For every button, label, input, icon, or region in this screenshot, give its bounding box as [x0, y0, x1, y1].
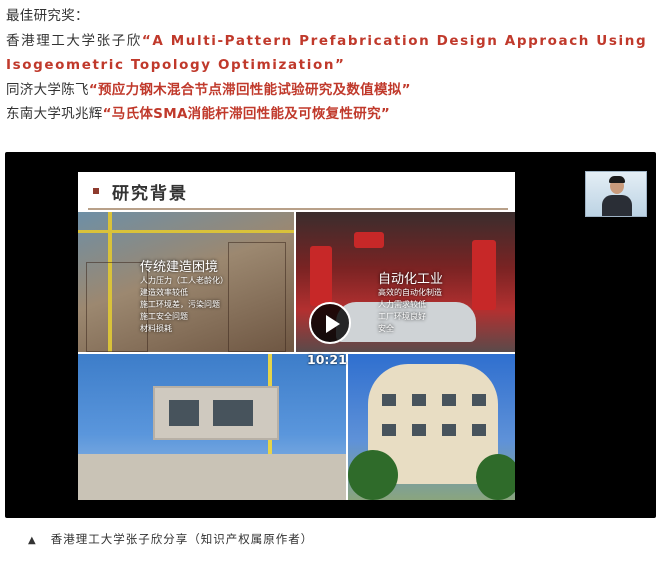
speaker-webcam-thumbnail: [585, 171, 647, 217]
article-text: 最佳研究奖： 香港理工大学张子欣“A Multi-Pattern Prefabr…: [6, 4, 656, 127]
scaffolding: [228, 242, 286, 352]
window-opening: [442, 424, 456, 436]
entry-author: 香港理工大学张子欣: [6, 32, 142, 49]
entry-title: “预应力钢木混合节点滞回性能试验研究及数值模拟”: [88, 81, 411, 98]
video-player[interactable]: 研究背景 传统建造困境 人力压力（工人老龄化） 建造效率较低 施工环境差，污染问…: [5, 152, 656, 518]
crane-jib: [78, 230, 294, 233]
panel-text-automation: 自动化工业 高效的自动化制造 人力需求较低 工厂环境良好 安全: [378, 268, 443, 335]
award-entry: 东南大学巩兆辉“马氏体SMA消能杆滞回性能及可恢复性研究”: [6, 102, 656, 127]
window-opening: [382, 394, 396, 406]
panel-item: 施工安全问题: [140, 312, 188, 321]
slide-title: 研究背景: [112, 184, 188, 204]
window-opening: [169, 400, 199, 426]
tree: [348, 450, 398, 500]
window-opening: [472, 424, 486, 436]
speaker-body: [602, 195, 632, 216]
window-opening: [412, 424, 426, 436]
award-heading: 最佳研究奖：: [6, 8, 89, 24]
panel-item: 人力压力（工人老龄化）: [140, 276, 228, 285]
window-opening: [382, 424, 396, 436]
slide-header: 研究背景: [78, 172, 515, 210]
construction-site-photo: 传统建造困境 人力压力（工人老龄化） 建造效率较低 施工环境差，污染问题 施工安…: [78, 212, 294, 352]
panel-item: 材料损耗: [140, 324, 172, 333]
panel-title: 自动化工业: [378, 272, 444, 287]
robot-arm: [354, 232, 384, 248]
panel-item: 工厂环境良好: [378, 312, 426, 321]
panel-item: 安全: [378, 324, 394, 333]
caption-text: 香港理工大学张子欣分享（知识产权属原作者）: [50, 532, 314, 546]
prefab-module-photo: [78, 354, 346, 500]
slide-divider: [88, 208, 508, 210]
window-opening: [412, 394, 426, 406]
panel-text-traditional: 传统建造困境 人力压力（工人老龄化） 建造效率较低 施工环境差，污染问题 施工安…: [140, 256, 228, 335]
play-button[interactable]: [309, 302, 351, 344]
panel-item: 施工环境差，污染问题: [140, 300, 220, 309]
slide-bullet: [93, 188, 99, 194]
building-base: [78, 454, 346, 500]
window-opening: [472, 394, 486, 406]
panel-item: 人力需求较低: [378, 300, 426, 309]
window-opening: [442, 394, 456, 406]
video-duration: 10:21: [307, 352, 347, 367]
presentation-slide: 研究背景 传统建造困境 人力压力（工人老龄化） 建造效率较低 施工环境差，污染问…: [78, 172, 515, 500]
robot-arm: [472, 240, 496, 310]
image-caption: ▲ 香港理工大学张子欣分享（知识产权属原作者）: [28, 531, 313, 547]
robot-arm: [310, 246, 332, 306]
tree: [476, 454, 515, 500]
award-entry: 香港理工大学张子欣“A Multi-Pattern Prefabrication…: [6, 29, 656, 78]
entry-author: 同济大学陈飞: [6, 81, 89, 98]
architecture-photo: [348, 354, 515, 500]
play-icon: [326, 315, 340, 333]
prefab-wall-module: [153, 386, 279, 440]
scaffolding: [86, 262, 148, 352]
panel-item: 建造效率较低: [140, 288, 188, 297]
entry-author: 东南大学巩兆辉: [6, 106, 103, 122]
window-opening: [213, 400, 253, 426]
triangle-up-icon: ▲: [28, 535, 37, 546]
entry-title: “马氏体SMA消能杆滞回性能及可恢复性研究”: [102, 106, 391, 122]
panel-item: 高效的自动化制造: [378, 288, 442, 297]
speaker-hair: [609, 176, 625, 183]
panel-title: 传统建造困境: [140, 260, 219, 275]
award-entry: 同济大学陈飞“预应力钢木混合节点滞回性能试验研究及数值模拟”: [6, 78, 656, 103]
